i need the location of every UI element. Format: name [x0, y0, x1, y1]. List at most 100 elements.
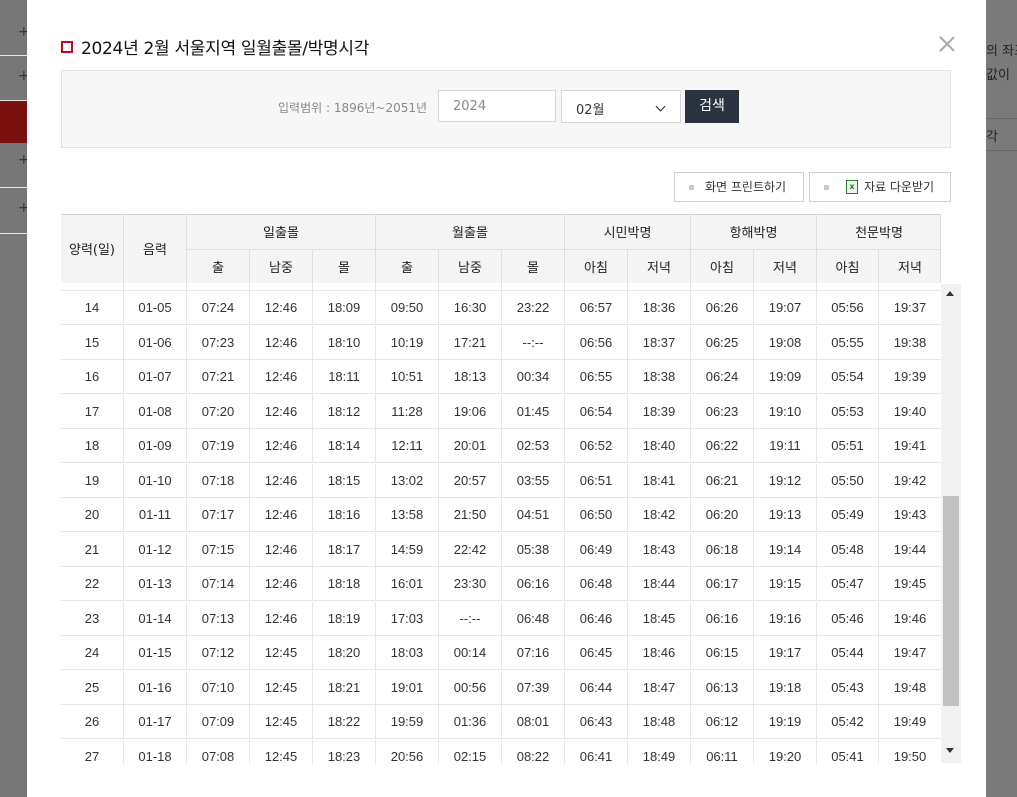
table-cell: 18:09	[327, 300, 361, 315]
table-cell: 18:19	[327, 610, 361, 626]
table-cell: 07:19	[201, 438, 235, 453]
header-moon-transit: 남중	[458, 261, 482, 276]
scroll-down-arrow-icon[interactable]	[946, 748, 954, 753]
table-cell: 18:11	[328, 369, 360, 384]
header-astronomical-twilight: 천문박명	[855, 226, 903, 241]
search-button[interactable]: 검색	[685, 90, 739, 123]
table-row: 19 01-10 07:18 12:46 18:15 13:02 20:57 03:55 06:…	[61, 463, 941, 498]
table-cell: 01-15	[138, 645, 172, 660]
table-cell: 19:14	[768, 541, 802, 557]
table-row: 23 01-14 07:13 12:46 18:19 17:03 --:-- 06:48 06:…	[61, 601, 941, 636]
table-cell: 07:21	[201, 369, 235, 384]
table-cell: 07:09	[201, 714, 235, 729]
table-cell: 07:15	[201, 541, 235, 557]
table-cell: 18:49	[642, 748, 676, 764]
table-cell: 19:20	[768, 748, 802, 764]
table-cell: 18:16	[327, 507, 361, 522]
table-cell: 05:43	[831, 679, 864, 695]
background-text: 의 좌표	[986, 44, 1017, 59]
table-cell: 21:50	[453, 507, 487, 522]
table-cell: 05:51	[831, 438, 864, 453]
table-cell: --:--	[522, 334, 544, 350]
table-cell: 20:01	[453, 438, 487, 453]
print-button-label: 화면 프린트하기	[705, 180, 787, 194]
table-cell: 06:43	[579, 714, 613, 729]
header-sun: 일출몰	[263, 226, 299, 241]
table-cell: 18:48	[642, 714, 676, 729]
scrollbar-thumb[interactable]	[943, 496, 959, 706]
month-select[interactable]: 02월	[561, 90, 681, 123]
header-solar-day: 양력(일)	[68, 243, 116, 258]
scroll-up-arrow-icon[interactable]	[946, 291, 954, 296]
table-cell: 01-10	[138, 472, 172, 488]
excel-icon: x	[846, 180, 858, 194]
table-row: 25 01-16 07:10 12:45 18:21 19:01 00:56 07:39 06:…	[61, 670, 941, 705]
table-cell: 06:15	[705, 645, 739, 660]
table-cell: 01-18	[138, 748, 172, 764]
table-cell: 10:19	[390, 334, 424, 350]
table-cell: 14:59	[390, 541, 424, 557]
table-row: 14 01-05 07:24 12:46 18:09 09:50 16:30 23:22 06:…	[61, 291, 941, 325]
table-cell: 12:46	[264, 403, 298, 419]
table-body[interactable]: 14 01-05 07:24 12:46 18:09 09:50 16:30 23:22 06:…	[61, 283, 941, 764]
table-cell: 18:21	[327, 679, 361, 695]
table-cell: 19:49	[893, 714, 927, 729]
table-cell: 18:20	[327, 645, 361, 660]
table-cell: 01-14	[138, 610, 172, 626]
table-cell: 18:23	[327, 748, 361, 764]
table-cell: 12:11	[391, 438, 423, 453]
header-nautical-twilight: 항해박명	[729, 226, 778, 241]
header-nautical-morning: 아침	[710, 261, 734, 276]
table-cell: 12:46	[264, 576, 298, 591]
table-cell: 19:13	[768, 507, 802, 522]
background-active-item	[0, 101, 27, 143]
title-marker-icon	[61, 41, 73, 53]
print-button[interactable]: 화면 프린트하기	[674, 172, 804, 202]
table-cell: 18:13	[453, 369, 487, 384]
header-lunar: 음력	[143, 243, 167, 258]
table-cell: 18:03	[390, 645, 424, 660]
table-row: 18 01-09 07:19 12:46 18:14 12:11 20:01 02:53 06:…	[61, 429, 941, 463]
table-cell: 06:52	[579, 438, 613, 453]
table-cell: 17:03	[390, 610, 424, 626]
table-cell: 18:43	[642, 541, 676, 557]
table-cell: 11:28	[391, 403, 423, 419]
table-cell: 05:48	[831, 541, 864, 557]
table-cell: 19:15	[768, 576, 802, 591]
table-cell: 02:53	[516, 438, 550, 453]
download-button[interactable]: x 자료 다운받기	[809, 172, 951, 202]
table-cell: 05:44	[831, 645, 864, 660]
table-cell: 12:46	[264, 610, 298, 626]
modal-title: 2024년 2월 서울지역 일월출몰/박명시각	[61, 34, 369, 59]
table-cell: 05:46	[831, 610, 864, 626]
close-icon[interactable]	[937, 34, 957, 54]
table-cell: 01-12	[138, 541, 172, 557]
table-cell: 18:14	[327, 438, 361, 453]
table-row: 24 01-15 07:12 12:45 18:20 18:03 00:14 07:16 06:…	[61, 636, 941, 670]
table-cell: 06:48	[516, 610, 550, 626]
table-cell: 06:48	[579, 576, 613, 591]
table-cell: 12:46	[264, 541, 298, 557]
table-cell: 18:37	[642, 334, 676, 350]
table-cell: 27	[84, 748, 100, 764]
table-cell: 07:18	[201, 472, 235, 488]
table-cell: 06:20	[705, 507, 739, 522]
table-cell: 18:10	[327, 334, 361, 350]
table-cell: 06:18	[705, 541, 739, 557]
table-cell: 18:18	[327, 576, 361, 591]
table-cell: 06:23	[705, 403, 739, 419]
table-cell: 00:56	[453, 679, 487, 695]
year-input[interactable]	[438, 90, 556, 122]
table-cell: 07:14	[201, 576, 235, 591]
table-cell: 06:49	[579, 541, 613, 557]
background-text: 값이	[986, 68, 1010, 83]
table-cell: 13:58	[390, 507, 424, 522]
header-sun-transit: 남중	[269, 261, 293, 276]
table-cell: 13:02	[390, 472, 424, 488]
table-cell: 19:01	[390, 679, 424, 695]
table-cell: 19:11	[769, 438, 801, 453]
table-cell: 12:45	[264, 679, 298, 695]
search-panel: 입력범위 : 1896년~2051년 02월 검색	[61, 70, 951, 148]
table-cell: 01-13	[138, 576, 172, 591]
table-cell: 20	[84, 507, 100, 522]
